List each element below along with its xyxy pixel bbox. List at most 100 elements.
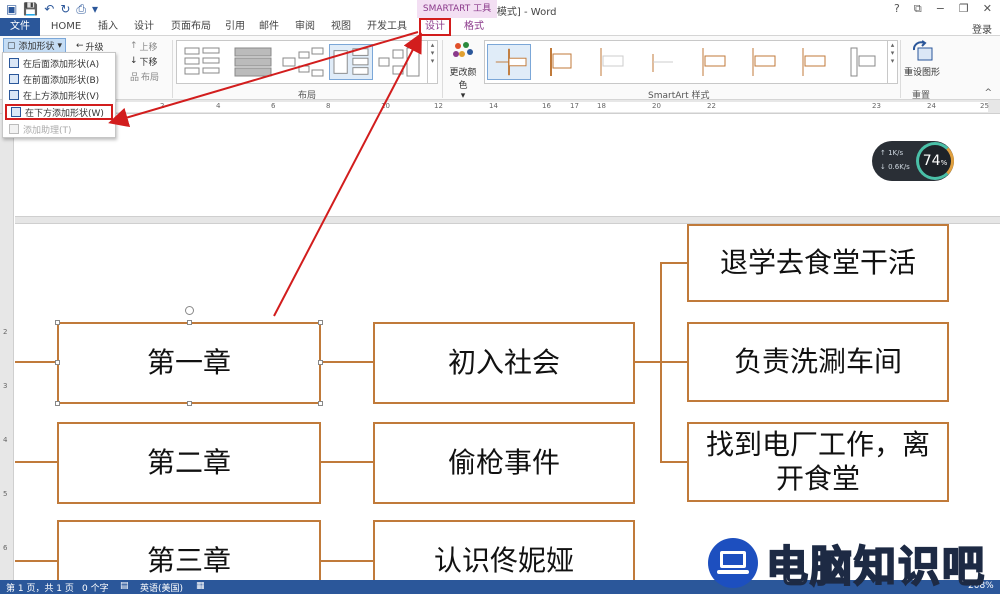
login-link[interactable]: 登录 xyxy=(972,21,992,36)
upload-speed: ↑ 1K/s xyxy=(880,149,904,157)
smartart-detail-3[interactable]: 找到电厂工作，离开食堂 xyxy=(687,422,949,502)
selection-handle[interactable] xyxy=(55,360,60,365)
move-up-button[interactable]: ↑ 上移 xyxy=(130,39,158,53)
help-icon[interactable]: ? xyxy=(894,2,900,16)
style-thumb[interactable] xyxy=(587,44,631,80)
document-area[interactable]: 第一章 第二章 第三章 初入社会 偷枪事件 认识佟妮娅 退学去食堂干活 负责洗涮… xyxy=(15,114,1000,580)
selection-handle[interactable] xyxy=(187,401,192,406)
add-shape-above-item[interactable]: 在上方添加形状(V) xyxy=(5,87,113,103)
style-thumb[interactable] xyxy=(837,44,881,80)
tab-insert[interactable]: 插入 xyxy=(92,18,124,36)
up-arrow-icon: ↑ xyxy=(130,41,138,51)
palette-icon xyxy=(453,42,473,57)
minimize-icon[interactable]: − xyxy=(936,2,945,16)
tab-developer[interactable]: 开发工具 xyxy=(362,18,412,36)
layout-icon: 品 xyxy=(130,72,140,83)
add-shape-button[interactable]: ▢ 添加形状 ▾ xyxy=(3,38,67,53)
left-arrow-icon: ← xyxy=(76,41,84,51)
smartart-chapter-1[interactable]: 第一章 xyxy=(57,322,321,404)
layout-thumb[interactable] xyxy=(281,44,325,80)
tab-view[interactable]: 视图 xyxy=(326,18,356,36)
add-shape-after-item[interactable]: 在后面添加形状(A) xyxy=(5,55,113,71)
ribbon-tabs: 文件 HOME 插入 设计 页面布局 引用 邮件 审阅 视图 开发工具 设计 格… xyxy=(0,18,1000,36)
maximize-icon[interactable]: ❐ xyxy=(959,2,969,16)
add-before-icon xyxy=(9,74,19,84)
layout-button[interactable]: 品 布局 xyxy=(130,69,159,83)
macro-icon[interactable]: ▦ xyxy=(196,581,205,591)
tab-page-layout[interactable]: 页面布局 xyxy=(166,18,216,36)
add-below-icon xyxy=(11,107,21,117)
change-colors-button[interactable]: 更改颜色 ▾ xyxy=(446,40,480,101)
move-down-button[interactable]: ↓ 下移 xyxy=(130,54,158,68)
page-count[interactable]: 第 1 页，共 1 页 xyxy=(6,581,74,594)
title-bar: ▣ 💾 ↶ ↻ ⎙ ▾ 文档1 [兼容模式] - Word SMARTART 工… xyxy=(0,0,1000,18)
add-after-icon xyxy=(9,58,19,68)
style-thumb[interactable] xyxy=(787,44,831,80)
smartart-styles-gallery[interactable]: ▴ ▾ ▾ xyxy=(484,40,898,84)
tab-mailings[interactable]: 邮件 xyxy=(254,18,284,36)
language[interactable]: 英语(美国) xyxy=(140,581,183,594)
close-icon[interactable]: ✕ xyxy=(983,2,992,16)
smartart-detail-2[interactable]: 负责洗涮车间 xyxy=(687,322,949,402)
vertical-ruler[interactable]: 2 3 4 5 6 xyxy=(0,114,14,580)
add-shape-dropdown: 在后面添加形状(A) 在前面添加形状(B) 在上方添加形状(V) 在下方添加形状… xyxy=(2,52,116,138)
smartart-detail-1[interactable]: 退学去食堂干活 xyxy=(687,224,949,302)
style-thumb[interactable] xyxy=(737,44,781,80)
tab-smartart-format[interactable]: 格式 xyxy=(458,18,490,36)
download-speed: ↓ 0.6K/s xyxy=(880,163,910,171)
style-thumb[interactable] xyxy=(637,44,681,80)
tab-file[interactable]: 文件 xyxy=(0,18,40,36)
add-above-icon xyxy=(9,90,19,100)
selection-handle[interactable] xyxy=(318,401,323,406)
tab-review[interactable]: 审阅 xyxy=(290,18,320,36)
tab-references[interactable]: 引用 xyxy=(220,18,250,36)
add-shape-icon: ▢ xyxy=(7,40,16,51)
smartart-topic-3[interactable]: 认识佟妮娅 xyxy=(373,520,635,580)
layout-gallery[interactable]: ▴ ▾ ▾ xyxy=(176,40,438,84)
style-thumb-selected[interactable] xyxy=(487,44,531,80)
smartart-topic-1[interactable]: 初入社会 xyxy=(373,322,635,404)
reset-graphic-button[interactable]: 重设图形 xyxy=(903,40,941,78)
laptop-icon xyxy=(708,538,758,588)
selection-handle[interactable] xyxy=(187,320,192,325)
layout-gallery-scroll[interactable]: ▴ ▾ ▾ xyxy=(427,41,437,83)
collapse-ribbon-icon[interactable]: ^ xyxy=(984,88,992,98)
watermark-text: 电脑知识吧 xyxy=(765,541,987,592)
smartart-tools-label: SMARTART 工具 xyxy=(417,0,497,18)
layout-thumb-selected[interactable] xyxy=(329,44,373,80)
layout-thumb[interactable] xyxy=(231,44,275,80)
rotate-handle[interactable] xyxy=(185,306,194,315)
add-shape-before-item[interactable]: 在前面添加形状(B) xyxy=(5,71,113,87)
smartart-chapter-2[interactable]: 第二章 xyxy=(57,422,321,504)
tab-home[interactable]: HOME xyxy=(46,18,86,36)
selection-handle[interactable] xyxy=(318,360,323,365)
network-speed-widget[interactable]: ↑ 1K/s ↓ 0.6K/s 74% xyxy=(872,141,954,181)
promote-button[interactable]: ← 升级 xyxy=(76,39,104,53)
watermark-logo: 电脑知识吧 xyxy=(708,534,1000,592)
add-shape-below-item[interactable]: 在下方添加形状(W) xyxy=(5,104,113,120)
proofing-icon[interactable]: ▤ xyxy=(120,581,129,591)
selection-handle[interactable] xyxy=(55,320,60,325)
tab-design-main[interactable]: 设计 xyxy=(128,18,160,36)
ribbon-display-icon[interactable]: ⧉ xyxy=(914,2,922,16)
selection-handle[interactable] xyxy=(318,320,323,325)
add-assistant-item[interactable]: 添加助理(T) xyxy=(5,121,113,137)
style-thumb[interactable] xyxy=(537,44,581,80)
style-thumb[interactable] xyxy=(687,44,731,80)
window-controls: ? ⧉ − ❐ ✕ xyxy=(894,2,992,16)
tab-smartart-design[interactable]: 设计 xyxy=(419,18,451,36)
layout-thumb[interactable] xyxy=(377,44,421,80)
smartart-chapter-3[interactable]: 第三章 xyxy=(57,520,321,580)
down-arrow-icon: ↓ xyxy=(130,56,138,66)
layout-thumb[interactable] xyxy=(181,44,225,80)
styles-gallery-scroll[interactable]: ▴ ▾ ▾ xyxy=(887,41,897,83)
horizontal-ruler[interactable]: 2 4 6 8 10 12 14 16 17 18 20 22 23 24 25 xyxy=(0,100,1000,114)
smartart-topic-2[interactable]: 偷枪事件 xyxy=(373,422,635,504)
chevron-down-icon: ▾ xyxy=(57,40,63,51)
document-title: 文档1 [兼容模式] - Word xyxy=(443,7,557,18)
selection-handle[interactable] xyxy=(55,401,60,406)
page-break xyxy=(15,216,1000,224)
word-count[interactable]: 0 个字 xyxy=(82,581,109,594)
reset-graphic-icon xyxy=(912,40,933,61)
usage-gauge: 74% xyxy=(916,142,954,180)
